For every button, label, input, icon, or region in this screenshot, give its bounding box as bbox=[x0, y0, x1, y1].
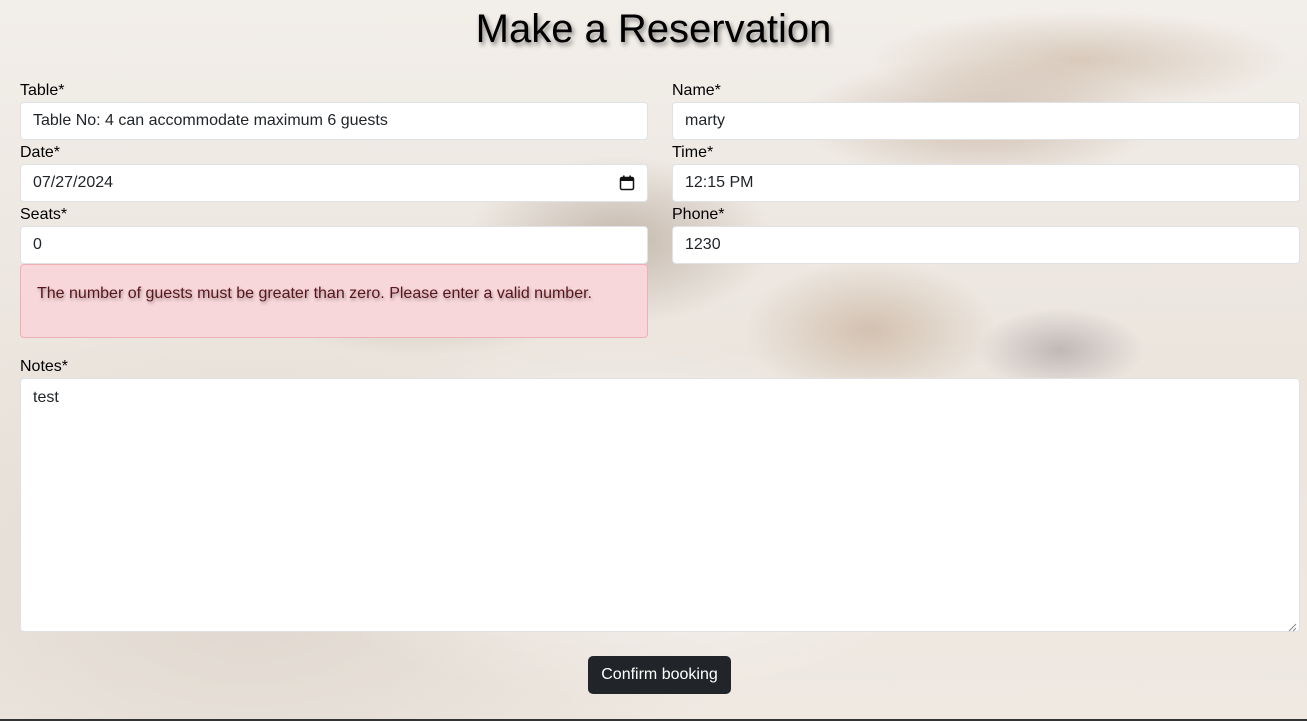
date-field: Date* 07/27/2024 bbox=[20, 142, 648, 202]
date-input[interactable]: 07/27/2024 bbox=[20, 164, 648, 202]
page-title: Make a Reservation bbox=[475, 7, 832, 51]
table-value: Table No: 4 can accommodate maximum 6 gu… bbox=[33, 112, 388, 129]
notes-value: test bbox=[33, 389, 59, 406]
notes-textarea[interactable]: test bbox=[20, 378, 1300, 632]
confirm-booking-button[interactable]: Confirm booking bbox=[588, 656, 731, 694]
phone-field: Phone* 1230 bbox=[672, 204, 1300, 264]
seats-value: 0 bbox=[33, 236, 42, 253]
seats-field: Seats* 0 bbox=[20, 204, 648, 264]
phone-label: Phone* bbox=[672, 206, 725, 223]
table-label: Table* bbox=[20, 82, 65, 99]
name-value: marty bbox=[685, 112, 725, 129]
date-label: Date* bbox=[20, 144, 61, 161]
time-label: Time* bbox=[672, 144, 714, 161]
seats-label: Seats* bbox=[20, 206, 68, 223]
time-input[interactable]: 12:15 PM bbox=[672, 164, 1300, 202]
name-field: Name* marty bbox=[672, 80, 1300, 140]
date-value: 07/27/2024 bbox=[33, 174, 114, 191]
seats-input[interactable]: 0 bbox=[20, 226, 648, 264]
notes-label: Notes* bbox=[20, 358, 69, 375]
calendar-icon[interactable] bbox=[619, 175, 635, 191]
name-label: Name* bbox=[672, 82, 721, 99]
phone-input[interactable]: 1230 bbox=[672, 226, 1300, 264]
name-input[interactable]: marty bbox=[672, 102, 1300, 140]
time-field: Time* 12:15 PM bbox=[672, 142, 1300, 202]
notes-field: Notes* bbox=[20, 356, 648, 378]
table-field: Table* Table No: 4 can accommodate maxim… bbox=[20, 80, 648, 140]
time-value: 12:15 PM bbox=[685, 174, 754, 191]
seats-error-alert: The number of guests must be greater tha… bbox=[20, 264, 648, 338]
resize-grip-icon[interactable] bbox=[1287, 619, 1297, 632]
phone-value: 1230 bbox=[685, 236, 721, 253]
table-select[interactable]: Table No: 4 can accommodate maximum 6 gu… bbox=[20, 102, 648, 140]
reservation-form: Make a Reservation Table* Table No: 4 ca… bbox=[0, 0, 1307, 721]
